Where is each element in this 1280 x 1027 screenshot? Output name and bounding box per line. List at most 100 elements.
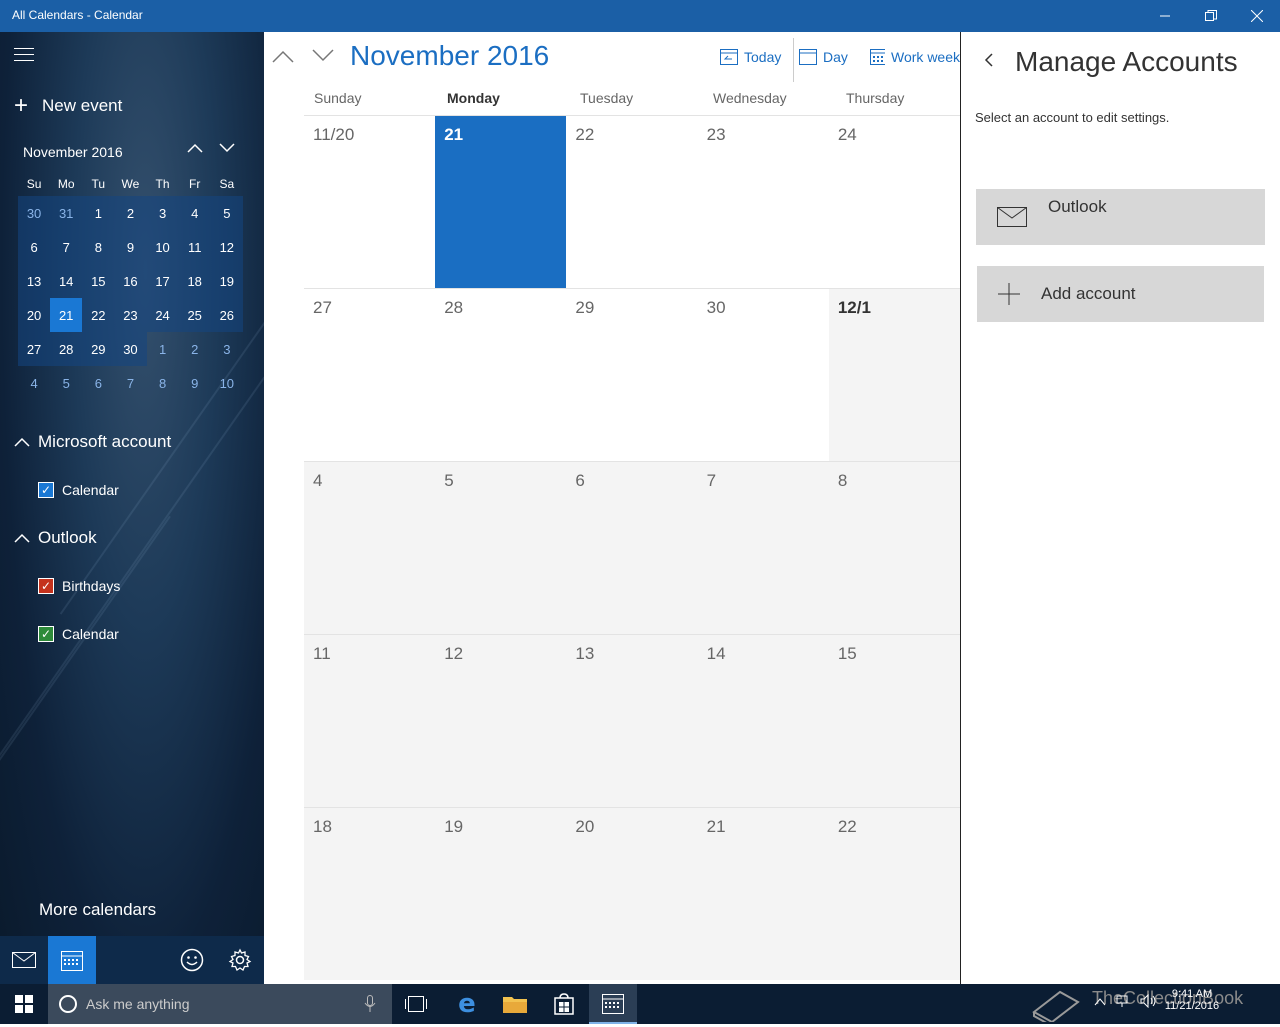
day-cell[interactable]: 12 [435, 635, 567, 807]
mini-day[interactable]: 4 [18, 366, 50, 400]
day-view-button[interactable]: Day [799, 48, 848, 66]
start-button[interactable] [0, 984, 48, 1024]
mini-day[interactable]: 28 [50, 332, 83, 366]
microphone-icon[interactable] [364, 995, 376, 1013]
mini-day[interactable]: 5 [50, 366, 82, 400]
mini-day[interactable]: 29 [82, 332, 115, 366]
today-button[interactable]: Today [720, 48, 781, 66]
mini-day[interactable]: 3 [211, 332, 243, 366]
group-outlook[interactable]: Outlook [14, 528, 97, 548]
restore-button[interactable] [1188, 0, 1234, 32]
day-cell[interactable]: 14 [697, 635, 829, 807]
mini-day[interactable]: 2 [114, 196, 147, 230]
mini-day[interactable]: 19 [210, 264, 243, 298]
edge-button[interactable]: e [443, 984, 491, 1024]
day-cell[interactable]: 28 [435, 289, 567, 461]
mini-prev-button[interactable] [186, 141, 204, 157]
day-cell[interactable]: 27 [304, 289, 436, 461]
next-month-button[interactable] [311, 44, 335, 68]
day-cell[interactable]: 30 [697, 289, 829, 461]
mini-day[interactable]: 27 [18, 332, 51, 366]
group-microsoft-account[interactable]: Microsoft account [14, 432, 171, 452]
day-cell-today[interactable]: 21 [435, 116, 567, 288]
day-cell[interactable]: 22 [566, 116, 698, 288]
day-cell[interactable]: 21 [697, 808, 829, 980]
mini-day[interactable]: 2 [179, 332, 211, 366]
back-button[interactable] [983, 52, 995, 73]
network-button[interactable] [1116, 994, 1132, 1013]
account-outlook[interactable]: Outlook [976, 189, 1265, 245]
day-cell[interactable]: 13 [566, 635, 698, 807]
mini-day[interactable]: 10 [211, 366, 243, 400]
mini-day[interactable]: 14 [50, 264, 83, 298]
day-cell[interactable]: 12/1 [828, 289, 961, 461]
calendar-app-button[interactable] [48, 936, 96, 984]
mini-day[interactable]: 5 [210, 196, 243, 230]
hamburger-menu-button[interactable] [14, 48, 34, 64]
day-cell[interactable]: 15 [828, 635, 961, 807]
mini-day[interactable]: 1 [147, 332, 179, 366]
day-cell[interactable]: 24 [828, 116, 961, 288]
mini-day[interactable]: 1 [82, 196, 115, 230]
day-cell[interactable]: 29 [566, 289, 698, 461]
calendar-taskbar-button[interactable] [589, 984, 637, 1024]
task-view-button[interactable] [392, 984, 440, 1024]
work-week-view-button[interactable]: Work week [870, 48, 960, 66]
mini-day[interactable]: 31 [50, 196, 83, 230]
minimize-button[interactable] [1142, 0, 1188, 32]
mini-day[interactable]: 17 [146, 264, 179, 298]
mini-day[interactable]: 18 [178, 264, 211, 298]
mini-day[interactable]: 26 [210, 298, 243, 332]
mini-day[interactable]: 22 [82, 298, 115, 332]
month-title[interactable]: November 2016 [350, 40, 549, 72]
mini-day[interactable]: 30 [18, 196, 51, 230]
clock[interactable]: 9:41 AM 11/21/2016 [1162, 988, 1222, 1012]
mini-day[interactable]: 25 [178, 298, 211, 332]
mini-day[interactable]: 11 [178, 230, 211, 264]
mini-day[interactable]: 3 [146, 196, 179, 230]
day-cell[interactable]: 20 [566, 808, 698, 980]
mini-day[interactable]: 8 [82, 230, 115, 264]
volume-button[interactable] [1140, 993, 1158, 1013]
mini-day[interactable]: 15 [82, 264, 115, 298]
day-cell[interactable]: 23 [697, 116, 829, 288]
day-cell[interactable]: 6 [566, 462, 698, 634]
calendar-item-birthdays[interactable]: ✓ Birthdays [38, 578, 120, 594]
mini-day[interactable]: 24 [146, 298, 179, 332]
mini-day[interactable]: 7 [114, 366, 146, 400]
day-cell[interactable]: 11/20 [304, 116, 436, 288]
mini-day[interactable]: 23 [114, 298, 147, 332]
day-cell[interactable]: 11 [304, 635, 436, 807]
checkbox-checked-icon[interactable]: ✓ [38, 482, 54, 498]
mini-day[interactable]: 13 [18, 264, 51, 298]
settings-button[interactable] [216, 936, 264, 984]
day-cell[interactable]: 19 [435, 808, 567, 980]
mini-day[interactable]: 6 [18, 230, 51, 264]
day-cell[interactable]: 4 [304, 462, 436, 634]
file-explorer-button[interactable] [491, 984, 539, 1024]
mini-day[interactable]: 7 [50, 230, 83, 264]
checkbox-checked-icon[interactable]: ✓ [38, 578, 54, 594]
close-button[interactable] [1234, 0, 1280, 32]
mail-button[interactable] [0, 936, 48, 984]
mini-next-button[interactable] [218, 141, 236, 157]
mini-day[interactable]: 4 [178, 196, 211, 230]
mini-day[interactable]: 6 [82, 366, 114, 400]
day-cell[interactable]: 5 [435, 462, 567, 634]
mini-day[interactable]: 30 [114, 332, 147, 366]
more-calendars-link[interactable]: More calendars [39, 900, 156, 920]
mini-day[interactable]: 9 [114, 230, 147, 264]
new-event-button[interactable]: + New event [14, 92, 122, 120]
checkbox-checked-icon[interactable]: ✓ [38, 626, 54, 642]
store-button[interactable] [540, 984, 588, 1024]
mini-day[interactable]: 12 [210, 230, 243, 264]
mini-day[interactable]: 20 [18, 298, 51, 332]
prev-month-button[interactable] [271, 44, 295, 68]
day-cell[interactable]: 18 [304, 808, 436, 980]
mini-day-today[interactable]: 21 [50, 298, 83, 332]
mini-day[interactable]: 8 [147, 366, 179, 400]
show-hidden-icons-button[interactable] [1094, 994, 1106, 1012]
mini-day[interactable]: 9 [179, 366, 211, 400]
calendar-item-outlook-calendar[interactable]: ✓ Calendar [38, 626, 119, 642]
add-account-button[interactable]: Add account [977, 266, 1264, 322]
